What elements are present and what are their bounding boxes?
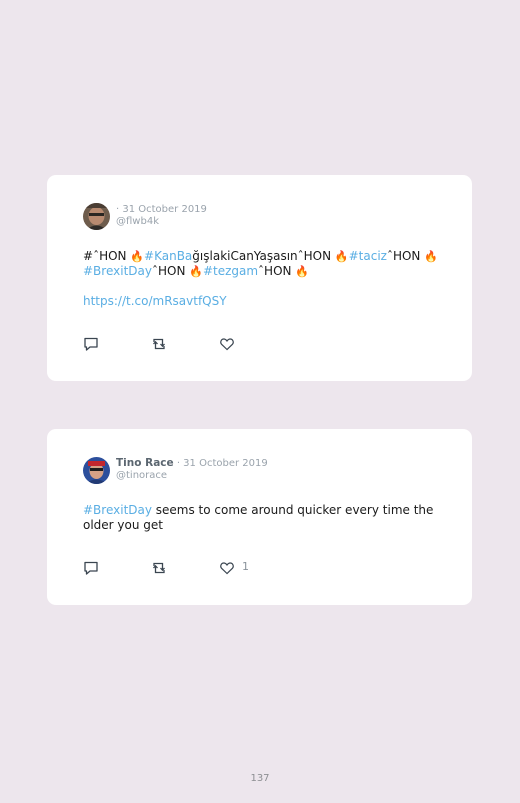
tweet-date[interactable]: · 31 October 2019 <box>116 204 207 215</box>
hashtag-link[interactable]: #taciz <box>349 249 387 263</box>
retweet-icon[interactable] <box>151 560 167 576</box>
author-handle[interactable]: @flwb4k <box>116 216 207 228</box>
tweet-text-segment: older you get <box>83 518 163 532</box>
tweet-text: #BrexitDay seems to come around quicker … <box>83 503 442 533</box>
tweet-date[interactable]: · 31 October 2019 <box>177 458 268 469</box>
hashtag-link[interactable]: #BrexitDay <box>83 264 152 278</box>
tweet-text-segment: HON <box>264 264 296 278</box>
hashtag-link[interactable]: #KanBa <box>144 249 192 263</box>
tweet-text-line: #BrexitDayˆHON 🔥#tezgamˆHON 🔥 <box>83 264 442 279</box>
tweet-text-line: #BrexitDay seems to come around quicker … <box>83 503 442 518</box>
flame-emoji-icon: 🔥 <box>130 250 145 263</box>
tweet-text-line: older you get <box>83 518 442 533</box>
tweet-text-segment: # <box>83 249 94 263</box>
tweet-text-segment: HON <box>157 264 190 278</box>
tweet-text-segment: HON <box>99 249 131 263</box>
flame-emoji-icon: 🔥 <box>334 250 349 263</box>
tweet-meta: Tino Race · 31 October 2019 @tinorace <box>116 457 268 482</box>
reply-icon[interactable] <box>83 560 99 576</box>
like-icon[interactable] <box>219 336 235 352</box>
page-number: 137 <box>250 773 270 784</box>
tweet-text-segment: HON <box>303 249 335 263</box>
avatar[interactable] <box>83 203 110 230</box>
author-name[interactable]: Tino Race <box>116 457 174 469</box>
retweet-icon[interactable] <box>151 336 167 352</box>
author-handle[interactable]: @tinorace <box>116 470 268 482</box>
flame-emoji-icon: 🔥 <box>295 265 310 278</box>
like-icon[interactable] <box>219 560 235 576</box>
tweet-meta: · 31 October 2019 @flwb4k <box>116 203 207 228</box>
tweet-text-line: #ˆHON 🔥#KanBağışlakiCanYaşasınˆHON 🔥#tac… <box>83 249 442 264</box>
avatar[interactable] <box>83 457 110 484</box>
hashtag-link[interactable]: #tezgam <box>203 264 258 278</box>
flame-emoji-icon: 🔥 <box>189 265 203 278</box>
reply-icon[interactable] <box>83 336 99 352</box>
tweet-text-segment: seems to come around quicker every time … <box>151 503 434 517</box>
like-count: 1 <box>242 560 249 573</box>
tweet-text-segment: HON <box>392 249 425 263</box>
flame-emoji-icon: 🔥 <box>424 250 438 263</box>
tweet-text-segment: ğışlakiCanYaşasın <box>192 249 298 263</box>
avatar-image <box>83 203 110 230</box>
tweet-text: #ˆHON 🔥#KanBağışlakiCanYaşasınˆHON 🔥#tac… <box>83 249 442 309</box>
hashtag-link[interactable]: #BrexitDay <box>83 503 152 517</box>
tweet-link[interactable]: https://t.co/mRsavtfQSY <box>83 294 227 308</box>
tweet-card: Tino Race · 31 October 2019 @tinorace #B… <box>47 429 472 605</box>
tweet-card: · 31 October 2019 @flwb4k #ˆHON 🔥#KanBağ… <box>47 175 472 381</box>
avatar-image <box>83 457 110 484</box>
